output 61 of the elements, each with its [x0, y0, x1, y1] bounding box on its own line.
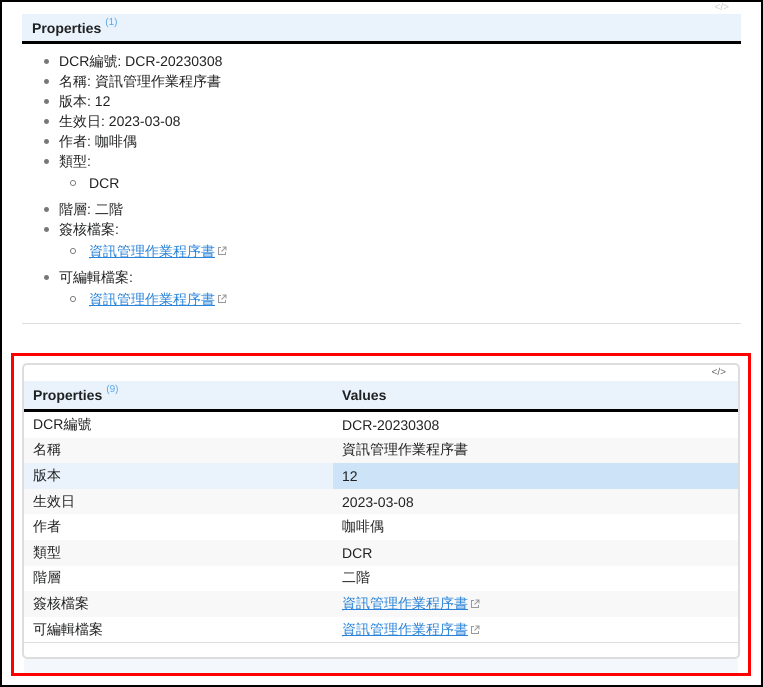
table-cell-text: 版本 [32, 466, 62, 485]
column-title: Properties [33, 387, 102, 403]
table-cell-text: 可編輯檔案 [32, 620, 104, 639]
bullet-icon [44, 99, 49, 104]
bullet-icon [44, 227, 49, 232]
table-row[interactable]: 階層 二階 [24, 566, 738, 592]
code-toggle[interactable]: </> [712, 367, 726, 379]
bullet-icon [70, 248, 76, 254]
count-label: (1) [105, 17, 118, 28]
table-row[interactable]: 可編輯檔案 資訊管理作業程序書 [24, 616, 738, 642]
file-link[interactable]: 資訊管理作業程序書 [89, 289, 215, 309]
property-text: 名稱: 資訊管理作業程序書 [59, 72, 221, 91]
property-text: 作者: 咖啡偶 [59, 132, 137, 151]
table-cell-text: 簽核檔案 [32, 594, 90, 613]
column-title: Properties [32, 20, 102, 36]
table-row[interactable]: 簽核檔案 資訊管理作業程序書 [24, 591, 738, 617]
bullet-icon [44, 59, 49, 64]
table-cell-text: 生效日 [32, 492, 76, 511]
table-cell: DCR-20230308 [342, 416, 440, 433]
bullet-icon [44, 139, 49, 144]
table-row[interactable]: 類型 DCR [24, 540, 738, 566]
bullet-icon [44, 275, 49, 280]
table-cell-text: 類型 [32, 542, 62, 562]
external-link-icon [470, 598, 480, 609]
property-text: 簽核檔案: [59, 220, 120, 239]
external-link-icon [470, 624, 480, 635]
table-row[interactable]: 名稱 資訊管理作業程序書 [24, 438, 738, 464]
property-text: 生效日: 2023-03-08 [59, 112, 180, 131]
bullet-icon [44, 159, 49, 164]
table-cell: DCR [342, 544, 372, 561]
table-cell-text: 階層 [32, 568, 62, 588]
count-label: (9) [106, 384, 118, 395]
table-row[interactable]: 版本 12 [24, 463, 738, 489]
column-title: Values [342, 387, 386, 403]
file-link[interactable]: 資訊管理作業程序書 [89, 241, 215, 261]
property-text: 階層: 二階 [59, 200, 123, 219]
property-text: DCR編號: DCR-20230308 [59, 52, 222, 71]
table-cell: 咖啡偶 [342, 518, 384, 536]
external-link-icon [217, 246, 227, 256]
table-row[interactable]: 生效日 2023-03-08 [24, 488, 738, 514]
property-text: DCR [89, 174, 120, 193]
table-row[interactable]: DCR編號 DCR-20230308 [24, 412, 738, 438]
bullet-icon [70, 180, 76, 186]
table-cell: 2023-03-08 [342, 494, 414, 510]
bullet-icon [70, 296, 76, 302]
property-text: 可編輯檔案: [59, 268, 134, 287]
table-cell: 資訊管理作業程序書 [342, 441, 468, 460]
table-cell: 12 [342, 468, 358, 484]
property-text: 類型: [59, 152, 92, 171]
table-cell-text: 名稱 [32, 440, 62, 460]
bullet-icon [44, 79, 49, 84]
table-cell: 二階 [342, 569, 370, 588]
table-row[interactable]: 作者 咖啡偶 [24, 514, 738, 540]
bullet-icon [44, 119, 49, 124]
bullet-icon [44, 207, 49, 212]
table-cell-text: DCR編號 [32, 414, 92, 434]
file-link[interactable]: 資訊管理作業程序書 [342, 620, 468, 639]
external-link-icon [217, 294, 227, 304]
table-cell-text: 作者 [32, 517, 62, 536]
file-link[interactable]: 資訊管理作業程序書 [342, 594, 468, 613]
property-text: 版本: 12 [59, 92, 110, 111]
